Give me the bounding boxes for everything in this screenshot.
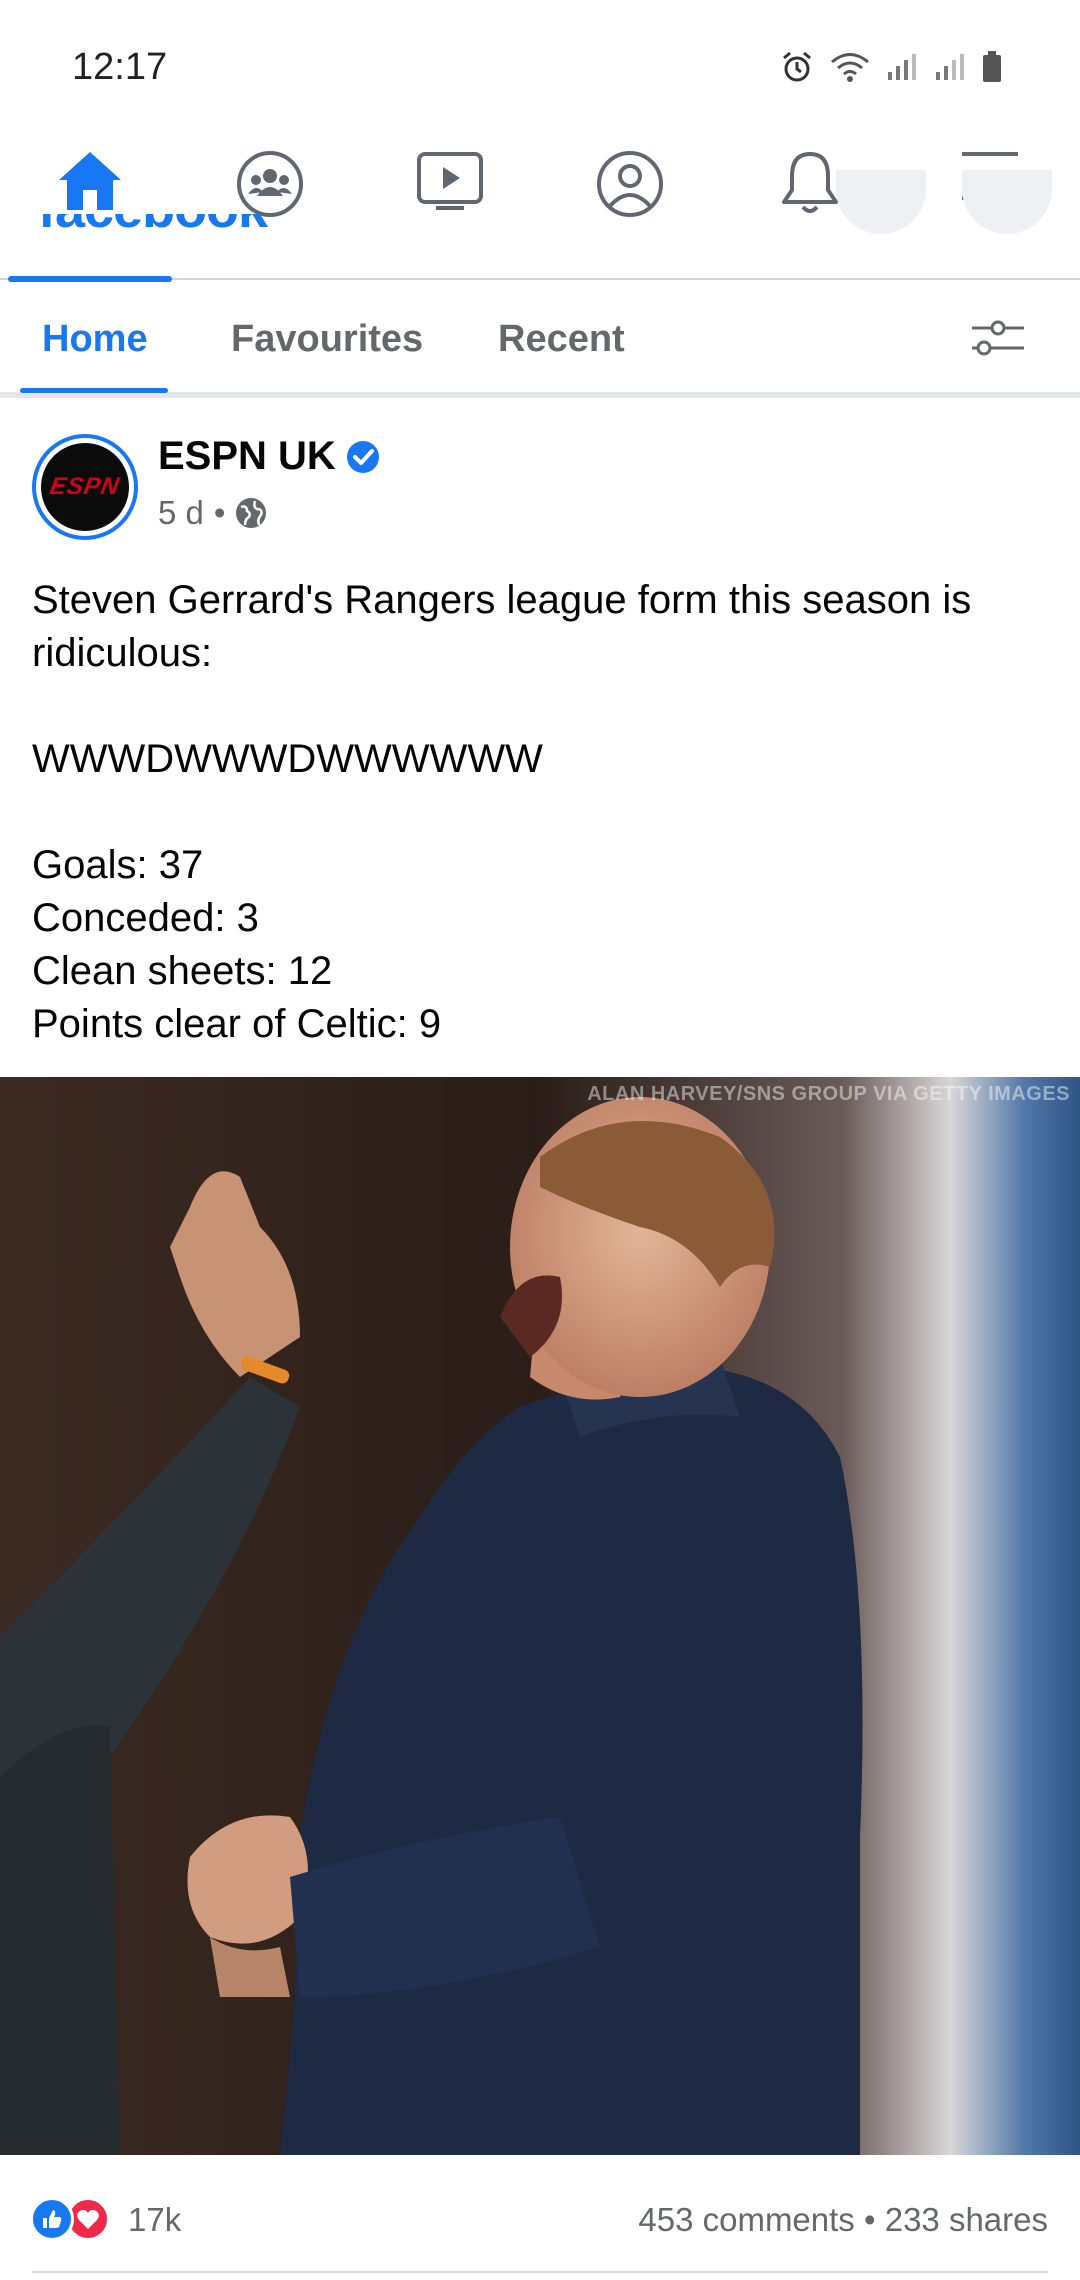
photo-credit: ALAN HARVEY/SNS GROUP VIA GETTY IMAGES	[587, 1083, 1070, 1105]
post-text: Steven Gerrard's Rangers league form thi…	[32, 574, 1052, 1051]
wifi-icon	[831, 53, 869, 82]
battery-icon	[983, 51, 1001, 82]
post-text-line: WWWDWWWDWWWWWW	[32, 737, 543, 781]
shares-count[interactable]: 233 shares	[885, 2201, 1048, 2238]
post-text-line: Conceded: 3	[32, 896, 259, 940]
tab-favourites[interactable]: Favourites	[231, 318, 423, 361]
post-text-line: Clean sheets: 12	[32, 949, 333, 993]
post-text-line: Points clear of Celtic: 9	[32, 1002, 442, 1046]
espn-logo: ESPN	[41, 443, 129, 531]
page-name[interactable]: ESPN UK	[158, 434, 380, 479]
tab-recent[interactable]: Recent	[498, 318, 625, 361]
reaction-icons[interactable]	[30, 2197, 110, 2241]
tab-home[interactable]: Home	[42, 318, 148, 361]
verified-badge-icon	[346, 440, 379, 473]
post-text-line	[32, 786, 1052, 839]
globe-icon	[236, 498, 267, 528]
post-text-line: Steven Gerrard's Rangers league form thi…	[32, 578, 972, 675]
reaction-count[interactable]: 17k	[128, 2201, 181, 2239]
post-time[interactable]: 5 d	[158, 494, 204, 532]
status-time: 12:17	[72, 46, 168, 88]
page-name-text: ESPN UK	[158, 434, 336, 478]
post-meta: 5 d •	[158, 494, 267, 532]
groups-icon	[237, 151, 303, 217]
status-icons	[780, 50, 1002, 84]
status-bar: 12:17	[0, 0, 1080, 110]
like-icon	[30, 2197, 74, 2241]
nav-tab-watch[interactable]	[360, 150, 540, 280]
home-icon	[59, 152, 121, 210]
meta-separator: •	[213, 494, 226, 531]
nav-tab-profile[interactable]	[540, 150, 720, 280]
post-text-line: Goals: 37	[32, 843, 204, 887]
top-nav-bar: facebook	[0, 110, 1080, 282]
bell-icon	[782, 152, 838, 213]
page-avatar[interactable]: ESPN	[32, 434, 138, 540]
alarm-icon	[783, 51, 811, 82]
stats-separator: •	[863, 2201, 876, 2238]
sliders-icon	[972, 320, 1024, 356]
profile-icon	[597, 151, 663, 217]
feed-tab-indicator	[20, 388, 168, 393]
comments-count[interactable]: 453 comments	[638, 2201, 854, 2238]
feed-filter-tabs: Home Favourites Recent	[0, 282, 1080, 398]
feed-filter-button[interactable]	[970, 318, 1030, 368]
post-stats: 453 comments • 233 shares	[638, 2201, 1048, 2239]
facebook-logo: facebook	[38, 214, 348, 228]
reactions-bar: 17k 453 comments • 233 shares	[0, 2155, 1080, 2280]
post-image[interactable]: ALAN HARVEY/SNS GROUP VIA GETTY IMAGES	[0, 1077, 1080, 2155]
signal-icon-2	[936, 54, 964, 80]
post-text-line	[32, 680, 1052, 733]
video-icon	[417, 152, 483, 210]
post-photo	[0, 1077, 1080, 2155]
divider	[32, 2271, 1048, 2273]
signal-icon	[888, 54, 916, 80]
